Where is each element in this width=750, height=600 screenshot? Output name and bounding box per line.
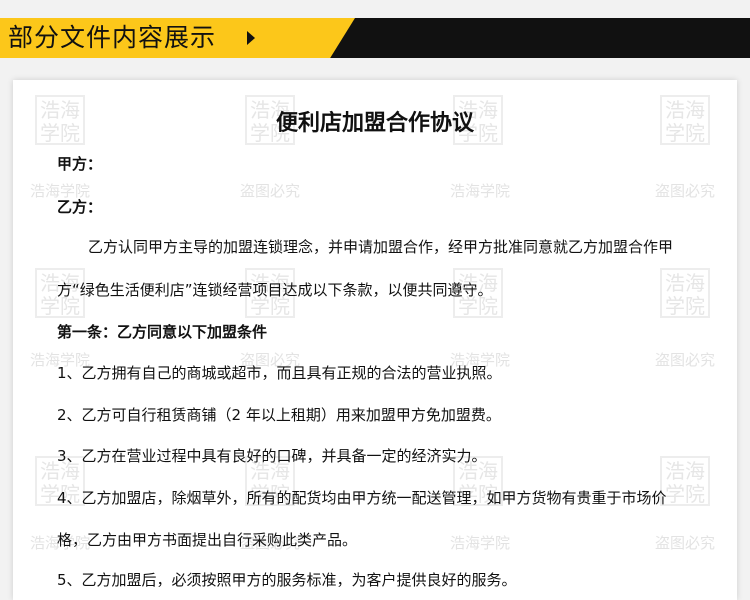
party-b-label: 乙方： [57,198,103,216]
list-item-continued: 格，乙方由甲方书面提出自行采购此类产品。 [57,531,358,549]
play-arrow-icon [247,31,255,45]
article-heading: 第一条：乙方同意以下加盟条件 [57,323,268,341]
section-header: 部分文件内容展示 [0,18,750,58]
list-item: 3、乙方在营业过程中具有良好的口碑，并具备一定的经济实力。 [57,447,487,465]
list-item: 4、乙方加盟店，除烟草外，所有的配货均由甲方统一配送管理，如甲方货物有贵重于市场… [57,489,667,507]
list-item: 1、乙方拥有自己的商城或超市，而且具有正规的合法的营业执照。 [57,364,502,382]
party-a-label: 甲方： [57,155,103,173]
list-item: 5、乙方加盟后，必须按照甲方的服务标准，为客户提供良好的服务。 [57,571,517,589]
document-title: 便利店加盟合作协议 [275,111,474,136]
intro-line-2: 方“绿色生活便利店”连锁经营项目达成以下条款，以便共同遵守。 [57,281,493,299]
header-title: 部分文件内容展示 [8,23,217,52]
intro-line-1: 乙方认同甲方主导的加盟连锁理念，并申请加盟合作，经甲方批准同意就乙方加盟合作甲 [88,238,674,256]
list-item: 2、乙方可自行租赁商铺（2 年以上租期）用来加盟甲方免加盟费。 [57,406,501,424]
